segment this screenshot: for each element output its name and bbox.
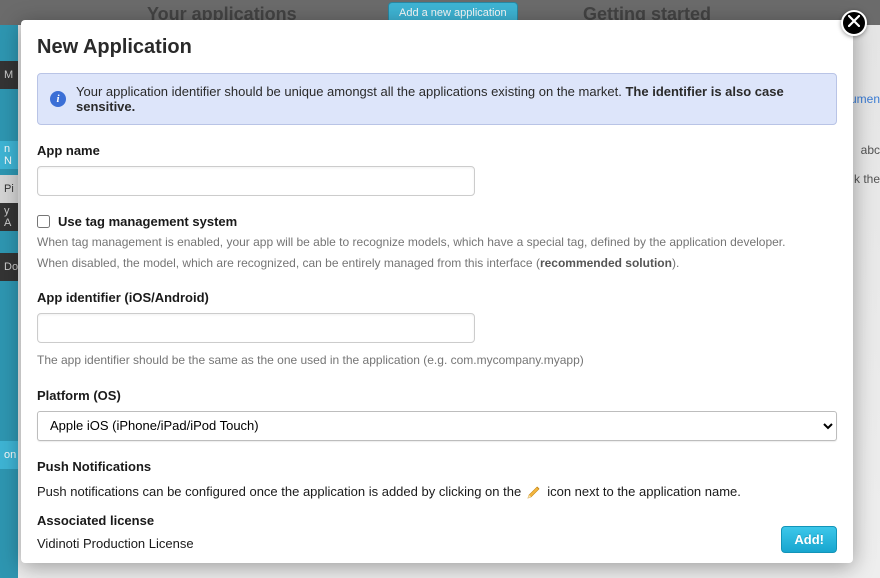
tag-management-label: Use tag management system xyxy=(58,214,237,229)
app-id-input[interactable] xyxy=(37,313,475,343)
close-icon xyxy=(848,14,860,32)
app-name-label: App name xyxy=(37,143,837,158)
add-button[interactable]: Add! xyxy=(781,526,837,553)
tag-help-2a: When disabled, the model, which are reco… xyxy=(37,256,540,270)
tag-help-1: When tag management is enabled, your app… xyxy=(37,233,837,252)
info-text-plain: Your application identifier should be un… xyxy=(76,84,625,99)
app-id-help: The app identifier should be the same as… xyxy=(37,351,837,370)
close-button[interactable] xyxy=(841,10,867,36)
push-text-a: Push notifications can be configured onc… xyxy=(37,482,521,502)
info-banner: i Your application identifier should be … xyxy=(37,73,837,125)
push-text-b: icon next to the application name. xyxy=(547,482,741,502)
platform-label: Platform (OS) xyxy=(37,388,837,403)
push-label: Push Notifications xyxy=(37,459,837,474)
tag-help-2-bold: recommended solution xyxy=(540,256,672,270)
platform-select[interactable]: Apple iOS (iPhone/iPad/iPod Touch) xyxy=(37,411,837,441)
modal-title: New Application xyxy=(37,36,837,59)
info-text: Your application identifier should be un… xyxy=(76,84,824,114)
info-icon: i xyxy=(50,91,66,107)
tag-help-2: When disabled, the model, which are reco… xyxy=(37,254,837,273)
app-name-input[interactable] xyxy=(37,166,475,196)
app-id-label: App identifier (iOS/Android) xyxy=(37,290,837,305)
modal-overlay: New Application i Your application ident… xyxy=(0,0,880,578)
new-application-modal: New Application i Your application ident… xyxy=(21,20,853,563)
license-value: Vidinoti Production License xyxy=(37,536,837,551)
tag-help-2b: ). xyxy=(672,256,679,270)
license-label: Associated license xyxy=(37,513,837,528)
pencil-icon xyxy=(526,484,542,500)
tag-management-checkbox[interactable] xyxy=(37,215,50,228)
push-text: Push notifications can be configured onc… xyxy=(37,482,837,502)
